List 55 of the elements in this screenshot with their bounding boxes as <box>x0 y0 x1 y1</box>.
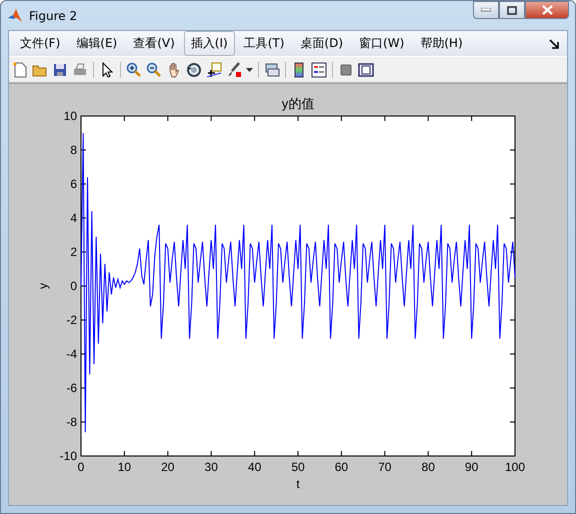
x-tick-label: 80 <box>422 460 435 474</box>
y-tick-label: -6 <box>66 381 77 395</box>
minimize-icon <box>481 8 491 12</box>
rotate-icon[interactable] <box>186 62 202 78</box>
x-tick-label: 70 <box>378 460 392 474</box>
y-tick-label: -8 <box>66 415 77 429</box>
zoom-out-icon[interactable] <box>146 62 162 78</box>
link-icon[interactable] <box>264 62 280 78</box>
menu-item[interactable]: 工具(T) <box>236 31 292 56</box>
y-tick-label: -2 <box>66 313 77 327</box>
menu-item[interactable]: 窗口(W) <box>352 31 412 56</box>
hide-tools-icon[interactable] <box>338 62 354 78</box>
print-icon[interactable] <box>72 62 88 78</box>
menu-item[interactable]: 文件(F) <box>13 31 68 56</box>
y-tick-label: 0 <box>70 279 77 293</box>
caret-icon[interactable] <box>246 68 253 72</box>
show-tools-icon[interactable] <box>358 62 374 78</box>
x-tick-label: 40 <box>248 460 262 474</box>
y-tick-label: -4 <box>66 347 77 361</box>
brush-icon[interactable] <box>226 62 242 78</box>
y-tick-label: 6 <box>70 177 77 191</box>
x-tick-label: 90 <box>464 460 478 474</box>
maximize-icon <box>507 6 517 14</box>
legend-icon[interactable] <box>311 62 327 78</box>
menu-item[interactable]: 查看(V) <box>126 31 182 56</box>
menu-item[interactable]: 桌面(D) <box>293 31 350 56</box>
x-axis-label: t <box>296 477 300 491</box>
menu-item[interactable]: 编辑(E) <box>69 31 124 56</box>
minimize-button[interactable] <box>473 1 499 19</box>
x-tick-label: 30 <box>204 460 218 474</box>
y-tick-label: 4 <box>70 211 77 225</box>
y-tick-label: 10 <box>64 109 77 123</box>
zoom-in-icon[interactable] <box>126 62 142 78</box>
maximize-button[interactable] <box>499 1 525 19</box>
close-button[interactable] <box>525 1 569 19</box>
x-tick-label: 100 <box>504 460 526 474</box>
y-tick-label: -10 <box>60 449 77 463</box>
app-logo-icon <box>7 8 23 24</box>
x-tick-label: 10 <box>118 460 132 474</box>
x-tick-label: 60 <box>334 460 348 474</box>
close-icon <box>542 5 552 15</box>
x-tick-label: 0 <box>78 460 84 474</box>
new-file-icon[interactable] <box>12 62 28 78</box>
dock-arrow-icon[interactable] <box>549 38 559 48</box>
menu-item[interactable]: 插入(I) <box>184 31 235 56</box>
x-tick-label: 20 <box>161 460 174 474</box>
save-icon[interactable] <box>52 62 68 78</box>
y-axis-label: y <box>36 283 50 289</box>
window-title: Figure 2 <box>29 8 78 22</box>
menu-item[interactable]: 帮助(H) <box>413 31 470 56</box>
chart-title: y的值 <box>282 96 314 111</box>
x-tick-label: 50 <box>291 460 305 474</box>
y-tick-label: 8 <box>70 143 77 157</box>
y-tick-label: 2 <box>70 245 77 259</box>
data-cursor-icon[interactable] <box>206 62 222 78</box>
